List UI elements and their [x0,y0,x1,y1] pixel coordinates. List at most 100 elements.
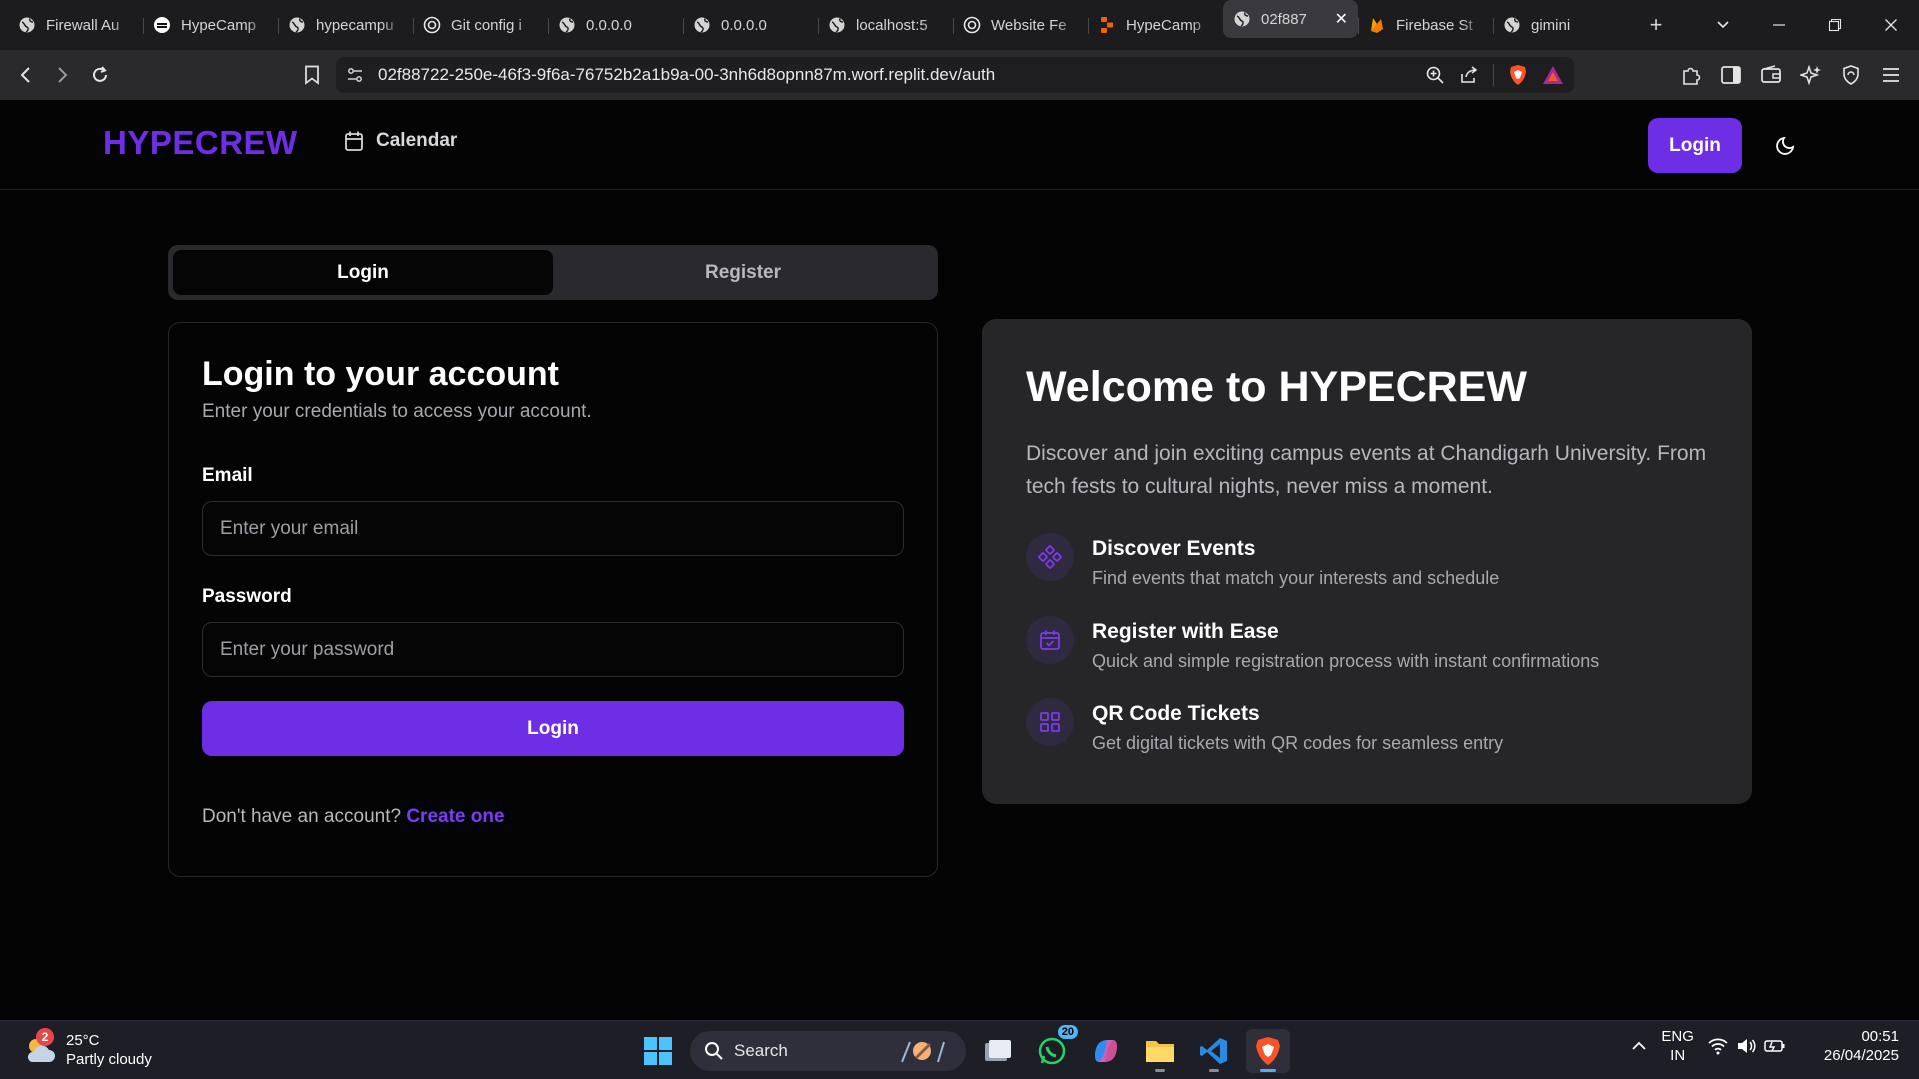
browser-tab[interactable]: Git config i [413,6,548,44]
back-button[interactable] [8,57,44,93]
password-field[interactable] [202,622,904,677]
weather-temp: 25°C [66,1032,100,1049]
tab-title: 0.0.0.0 [586,16,632,34]
close-window-button[interactable] [1863,0,1919,50]
tab-register[interactable]: Register [553,250,933,295]
logo[interactable]: HYPECREW [103,124,298,162]
globe-icon [1503,16,1521,34]
nav-calendar-link[interactable]: Calendar [344,130,457,152]
partly-cloudy-icon: 2 [22,1028,58,1068]
globe-icon [288,16,306,34]
quick-settings[interactable] [1708,1037,1786,1055]
tab-login[interactable]: Login [173,250,553,295]
vpn-button[interactable] [1833,57,1869,93]
sidebar-icon [1721,66,1741,84]
start-button[interactable] [636,1029,680,1073]
site-settings-icon [348,68,362,82]
browser-tab[interactable]: 0.0.0.0 [548,6,683,44]
feature-title: Register with Ease [1092,620,1279,643]
welcome-card: Welcome to HYPECREW Discover and join ex… [982,319,1752,804]
new-tab-button[interactable]: + [1636,6,1676,44]
minimize-button[interactable] [1751,0,1807,50]
search-icon [705,1042,723,1060]
running-indicator [1155,1069,1165,1072]
task-view-icon [985,1040,1011,1061]
extensions-button[interactable] [1673,57,1709,93]
arrow-left-icon [20,67,30,83]
clock[interactable]: 00:51 26/04/2025 [1824,1027,1899,1065]
restore-icon [1828,18,1842,32]
globe-icon [18,16,36,34]
feature-title: QR Code Tickets [1092,702,1260,725]
menu-button[interactable] [1873,57,1909,93]
login-card: Login to your account Enter your credent… [168,322,938,877]
tab-list: Firewall Au HypeCamp hypecampu Git config i… [8,0,1628,50]
chevron-down-icon [1717,21,1729,29]
taskbar-file-explorer[interactable] [1138,1029,1182,1073]
task-view-button[interactable] [976,1029,1020,1073]
language-indicator[interactable]: ENG IN [1661,1027,1694,1065]
taskbar-brave[interactable] [1246,1029,1290,1073]
sparkle-icon [1026,533,1074,581]
bookmark-button[interactable] [294,57,330,93]
browser-tab[interactable]: HypeCamp [1088,6,1223,44]
browser-tab[interactable]: gimini [1493,6,1628,44]
taskbar-whatsapp[interactable]: 20 [1030,1025,1078,1073]
taskbar-copilot[interactable] [1084,1029,1128,1073]
theme-toggle-button[interactable] [1771,130,1801,160]
globe-icon [1233,10,1251,28]
system-tray: ENG IN 00:51 26/04/2025 [1631,1027,1899,1065]
tab-title: Firewall Au [46,16,120,34]
chevron-up-icon[interactable] [1631,1038,1647,1054]
login-title: Login to your account [202,355,559,393]
search-label: Search [734,1041,788,1060]
omnibox-actions [1425,64,1564,86]
taskbar-search[interactable]: Search [690,1031,966,1071]
feature-text: Discover Events Find events that match y… [1092,533,1499,589]
restore-button[interactable] [1807,0,1863,50]
tab-title: hypecampu [316,16,394,34]
sidebar-button[interactable] [1713,57,1749,93]
folder-icon [1146,1041,1174,1062]
email-field[interactable] [202,501,904,556]
lang-top: ENG [1661,1028,1694,1045]
brave-shields-icon[interactable] [1508,64,1528,86]
brave-rewards-icon[interactable] [1542,65,1564,85]
browser-tab[interactable]: 02f887 ✕ [1223,0,1358,38]
tab-title: Firebase St [1396,16,1473,34]
vscode-icon [1200,1038,1227,1064]
feature-register-with-ease: Register with Ease Quick and simple regi… [1026,616,1599,672]
wallet-button[interactable] [1753,57,1789,93]
browser-tab[interactable]: Firebase St [1358,6,1493,44]
brave-icon [1256,1037,1280,1065]
leo-ai-button[interactable] [1793,57,1829,93]
app-header: HYPECREW Calendar Login [0,100,1919,190]
login-submit-button[interactable]: Login [202,701,904,756]
weather-widget[interactable]: 2 25°C Partly cloudy [22,1028,152,1069]
feature-desc: Find events that match your interests an… [1092,568,1500,588]
browser-tab[interactable]: 0.0.0.0 [683,6,818,44]
tab-title: Website Fe [991,16,1067,34]
tab-title: HypeCamp [1126,16,1202,34]
tab-search-button[interactable] [1695,0,1751,50]
browser-tab[interactable]: HypeCamp [143,6,278,44]
browser-tab[interactable]: Firewall Au [8,6,143,44]
shield-icon [1843,65,1859,85]
taskbar-vscode[interactable] [1192,1029,1236,1073]
zoom-icon[interactable] [1425,65,1445,85]
close-tab-icon[interactable]: ✕ [1335,9,1348,29]
reload-button[interactable] [82,57,118,93]
browser-tab[interactable]: hypecampu [278,6,413,44]
url-text[interactable]: 02f88722-250e-46f3-9f6a-76752b2a1b9a-00-… [378,65,1425,85]
header-login-button[interactable]: Login [1648,118,1742,173]
browser-tab[interactable]: localhost:5 [818,6,953,44]
feature-desc: Quick and simple registration process wi… [1092,651,1600,671]
create-account-link[interactable]: Create one [406,806,504,827]
signup-prompt: Don't have an account? [202,806,402,827]
share-icon[interactable] [1459,65,1479,85]
browser-tab[interactable]: Website Fe [953,6,1088,44]
auth-tabs: Login Register [168,245,938,300]
forward-button[interactable] [44,57,80,93]
address-bar[interactable]: 02f88722-250e-46f3-9f6a-76752b2a1b9a-00-… [336,57,1574,93]
tab-title: 0.0.0.0 [721,16,767,34]
